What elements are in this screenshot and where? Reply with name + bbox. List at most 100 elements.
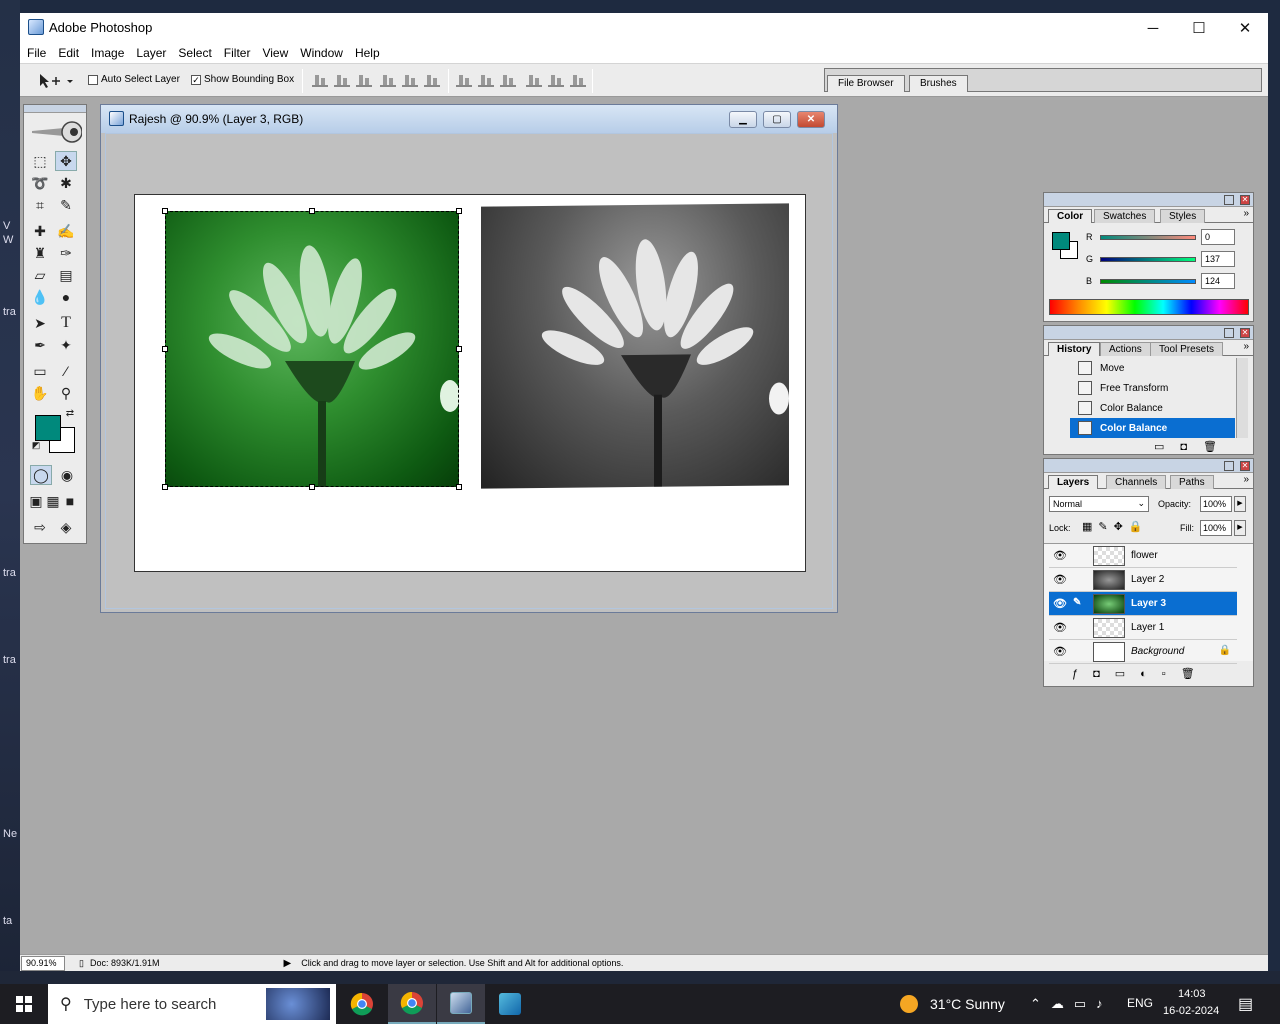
path-selection-tool-icon[interactable]: ➤ bbox=[29, 313, 51, 333]
red-slider[interactable]: R 0 bbox=[1086, 229, 1235, 245]
transform-handle[interactable] bbox=[456, 346, 462, 352]
green-track[interactable] bbox=[1100, 256, 1196, 262]
layer-row-layer-3[interactable]: 👁 ✎ Layer 3 bbox=[1049, 592, 1237, 616]
close-button[interactable]: ✕ bbox=[1222, 13, 1268, 43]
menu-image[interactable]: Image bbox=[88, 46, 130, 60]
transform-handle[interactable] bbox=[162, 346, 168, 352]
red-value[interactable]: 0 bbox=[1201, 229, 1235, 245]
brushes-tab[interactable]: Brushes bbox=[909, 75, 968, 92]
tab-paths[interactable]: Paths bbox=[1170, 475, 1214, 489]
align-hcenter-icon[interactable] bbox=[402, 73, 418, 87]
panel-minimize-button[interactable] bbox=[1224, 195, 1234, 205]
align-bottom-icon[interactable] bbox=[356, 73, 372, 87]
photoshop-app[interactable] bbox=[437, 984, 485, 1024]
tab-layers[interactable]: Layers bbox=[1048, 475, 1099, 489]
transform-handle[interactable] bbox=[309, 484, 315, 490]
blur-tool-icon[interactable]: 💧 bbox=[29, 287, 51, 307]
status-arrow-icon[interactable]: ▶ bbox=[284, 958, 292, 969]
zoom-tool-icon[interactable]: ⚲ bbox=[55, 383, 77, 403]
distribute-right-icon[interactable] bbox=[570, 73, 586, 87]
panel-close-button[interactable]: ✕ bbox=[1240, 195, 1250, 205]
chrome-app[interactable] bbox=[338, 984, 386, 1024]
history-footer-icons[interactable]: ▭◘🗑 bbox=[1154, 440, 1233, 453]
history-brush-tool-icon[interactable]: ✑ bbox=[55, 243, 77, 263]
notes-tool-icon[interactable]: ▭ bbox=[29, 361, 51, 381]
image-canvas[interactable] bbox=[134, 194, 806, 572]
imageready-icon[interactable]: ◈ bbox=[55, 517, 77, 537]
distribute-vcenter-icon[interactable] bbox=[478, 73, 494, 87]
blend-mode-select[interactable]: Normal ⌄ bbox=[1049, 496, 1149, 512]
align-right-icon[interactable] bbox=[424, 73, 440, 87]
chrome-app-2[interactable] bbox=[388, 984, 436, 1024]
opacity-slider-arrow-icon[interactable]: ▶ bbox=[1234, 496, 1246, 512]
distribute-bottom-icon[interactable] bbox=[500, 73, 516, 87]
tab-channels[interactable]: Channels bbox=[1106, 475, 1167, 489]
crop-tool-icon[interactable]: ⌗ bbox=[29, 195, 51, 215]
transform-handle[interactable] bbox=[456, 484, 462, 490]
clone-stamp-tool-icon[interactable]: ♜ bbox=[29, 243, 51, 263]
screen-mode-full-icon[interactable]: ■ bbox=[62, 491, 78, 511]
custom-shape-tool-icon[interactable]: ✦ bbox=[55, 335, 77, 355]
standard-mode-icon[interactable]: ◯ bbox=[30, 465, 52, 485]
distribute-hcenter-icon[interactable] bbox=[548, 73, 564, 87]
opacity-input[interactable]: 100% bbox=[1200, 496, 1232, 512]
tab-tool-presets[interactable]: Tool Presets bbox=[1150, 342, 1224, 356]
eye-icon[interactable]: 👁 bbox=[1051, 645, 1069, 659]
history-item-move[interactable]: Move bbox=[1070, 358, 1235, 378]
brush-tool-icon[interactable]: ✍ bbox=[55, 221, 77, 241]
history-item-color-balance-current[interactable]: Color Balance bbox=[1070, 418, 1235, 438]
jump-to-imageready-icon[interactable]: ⇨ bbox=[29, 517, 51, 537]
weather-text[interactable]: 31°C Sunny bbox=[930, 996, 1005, 1012]
doc-size[interactable]: Doc: 893K/1.91M bbox=[90, 958, 160, 968]
blue-track[interactable] bbox=[1100, 278, 1196, 284]
eye-icon[interactable]: 👁 bbox=[1051, 573, 1069, 587]
eye-icon[interactable]: 👁 bbox=[1051, 597, 1069, 611]
doc-minimize-button[interactable]: ▁ bbox=[729, 111, 757, 128]
start-button[interactable] bbox=[0, 984, 48, 1024]
menu-file[interactable]: File bbox=[24, 46, 52, 60]
color-fg-swatch[interactable] bbox=[1052, 232, 1070, 250]
align-vcenter-icon[interactable] bbox=[334, 73, 350, 87]
tab-actions[interactable]: Actions bbox=[1100, 342, 1151, 356]
eye-icon[interactable]: 👁 bbox=[1051, 549, 1069, 563]
move-tool-icon[interactable]: ✥ bbox=[55, 151, 77, 171]
tab-styles[interactable]: Styles bbox=[1160, 209, 1206, 223]
fill-input[interactable]: 100% bbox=[1200, 520, 1232, 536]
panel-menu-arrow-icon[interactable]: » bbox=[1243, 341, 1249, 352]
panel-menu-arrow-icon[interactable]: » bbox=[1243, 474, 1249, 485]
menu-window[interactable]: Window bbox=[297, 46, 349, 60]
layer-row-layer-1[interactable]: 👁 Layer 1 bbox=[1049, 616, 1237, 640]
green-value[interactable]: 137 bbox=[1201, 251, 1235, 267]
healing-brush-tool-icon[interactable]: ✚ bbox=[29, 221, 51, 241]
layer-row-flower[interactable]: 👁 flower bbox=[1049, 544, 1237, 568]
tab-history[interactable]: History bbox=[1048, 342, 1101, 356]
menu-layer[interactable]: Layer bbox=[133, 46, 172, 60]
marquee-tool-icon[interactable]: ⬚ bbox=[29, 151, 51, 171]
transform-handle[interactable] bbox=[162, 208, 168, 214]
lasso-tool-icon[interactable]: ➰ bbox=[29, 173, 51, 193]
quick-mask-mode-icon[interactable]: ◉ bbox=[56, 465, 78, 485]
gradient-tool-icon[interactable]: ▤ bbox=[55, 265, 77, 285]
history-item-free-transform[interactable]: Free Transform bbox=[1070, 378, 1235, 398]
layers-footer-icons[interactable]: ƒ◘▭◐▫🗑 bbox=[1072, 667, 1210, 680]
menu-filter[interactable]: Filter bbox=[221, 46, 257, 60]
magic-wand-tool-icon[interactable]: ✱ bbox=[55, 173, 77, 193]
transform-handle[interactable] bbox=[456, 208, 462, 214]
eye-icon[interactable]: 👁 bbox=[1051, 621, 1069, 635]
fill-slider-arrow-icon[interactable]: ▶ bbox=[1234, 520, 1246, 536]
blue-value[interactable]: 124 bbox=[1201, 273, 1235, 289]
type-tool-icon[interactable]: T bbox=[55, 313, 77, 333]
slice-tool-icon[interactable]: ✎ bbox=[55, 195, 77, 215]
hand-tool-icon[interactable]: ✋ bbox=[29, 383, 51, 403]
layer-row-layer-2[interactable]: 👁 Layer 2 bbox=[1049, 568, 1237, 592]
panel-minimize-button[interactable] bbox=[1224, 328, 1234, 338]
foreground-color-swatch[interactable] bbox=[35, 415, 61, 441]
screen-mode-full-menu-icon[interactable]: ▦ bbox=[45, 491, 61, 511]
distribute-left-icon[interactable] bbox=[526, 73, 542, 87]
show-bounding-box-checkbox[interactable]: ✓ Show Bounding Box bbox=[191, 74, 294, 85]
doc-restore-button[interactable]: ▢ bbox=[763, 111, 791, 128]
menu-edit[interactable]: Edit bbox=[55, 46, 85, 60]
layer-row-background[interactable]: 👁 Background 🔒 bbox=[1049, 640, 1237, 664]
blue-slider[interactable]: B 124 bbox=[1086, 273, 1235, 289]
tab-color[interactable]: Color bbox=[1048, 209, 1093, 223]
